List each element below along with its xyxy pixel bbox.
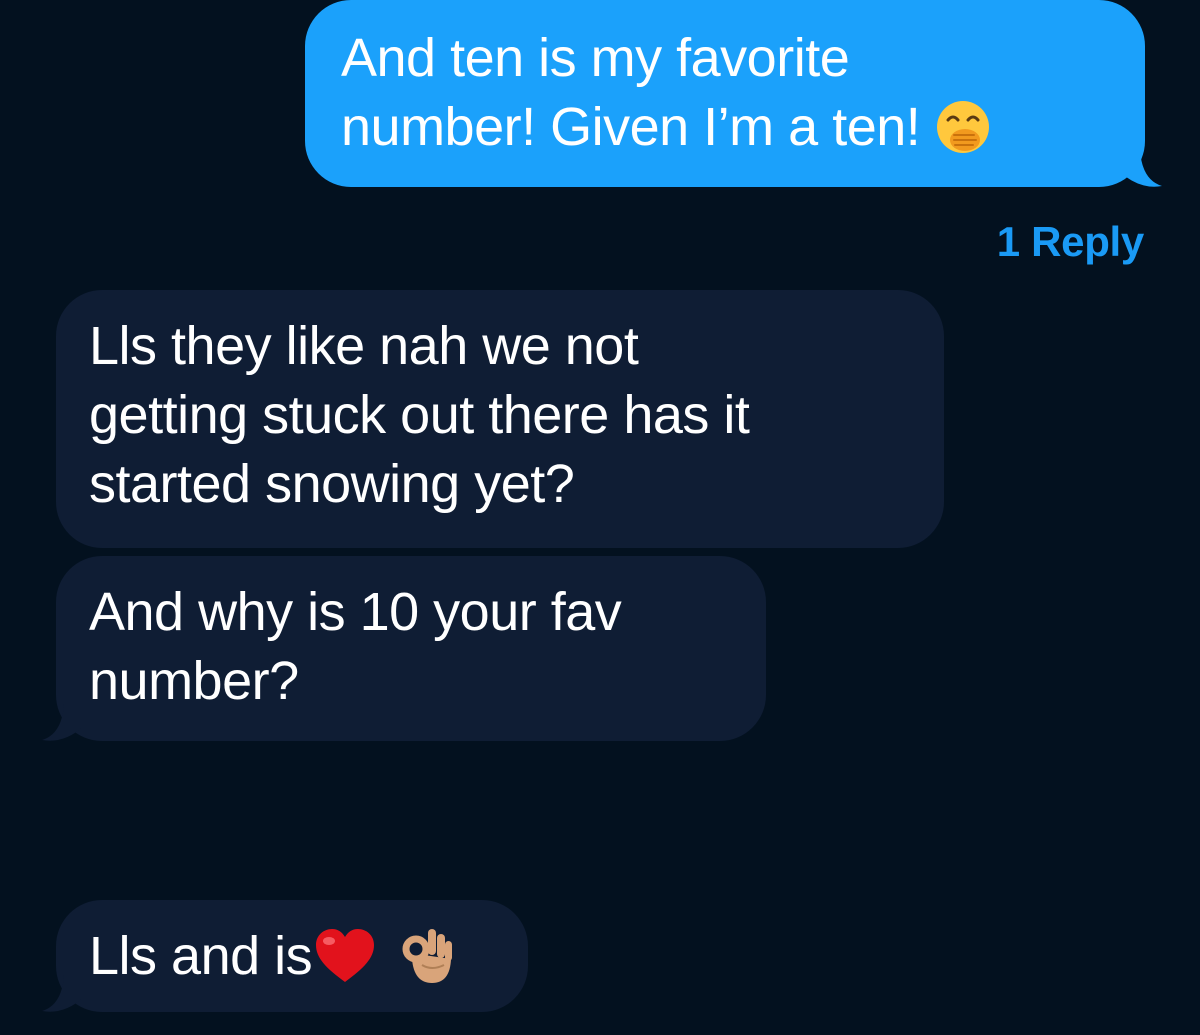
red-heart-icon — [312, 926, 378, 986]
message-text-line: number! Given I’m a ten! — [341, 93, 1145, 162]
message-text-segment: number! Given I’m a ten! — [341, 97, 921, 157]
message-text-line: Lls and is — [89, 922, 528, 991]
ok-hand-icon — [402, 925, 454, 987]
message-text-segment: Lls and is — [89, 926, 313, 986]
incoming-message-bubble[interactable]: Lls they like nah we not getting stuck o… — [56, 290, 944, 548]
incoming-bubble-tail — [42, 704, 84, 741]
outgoing-message-bubble[interactable]: And ten is my favorite number! Given I’m… — [305, 0, 1145, 187]
face-with-hand-over-mouth-icon — [935, 99, 991, 155]
incoming-message-bubble[interactable]: Lls and is — [56, 900, 528, 1012]
incoming-bubble-tail — [42, 975, 84, 1012]
incoming-message-bubble[interactable]: And why is 10 your fav number? — [56, 556, 766, 741]
message-text-line: getting stuck out there has it — [89, 385, 750, 445]
thread-reply-link[interactable]: 1 Reply — [997, 214, 1145, 270]
message-text-line: number? — [89, 651, 299, 711]
message-text-line: started snowing yet? — [89, 454, 575, 514]
message-text-line: And ten is my favorite — [341, 28, 850, 88]
message-text-line: Lls they like nah we not — [89, 316, 639, 376]
message-text-line: And why is 10 your fav — [89, 582, 622, 642]
outgoing-bubble-tail — [1120, 150, 1162, 187]
